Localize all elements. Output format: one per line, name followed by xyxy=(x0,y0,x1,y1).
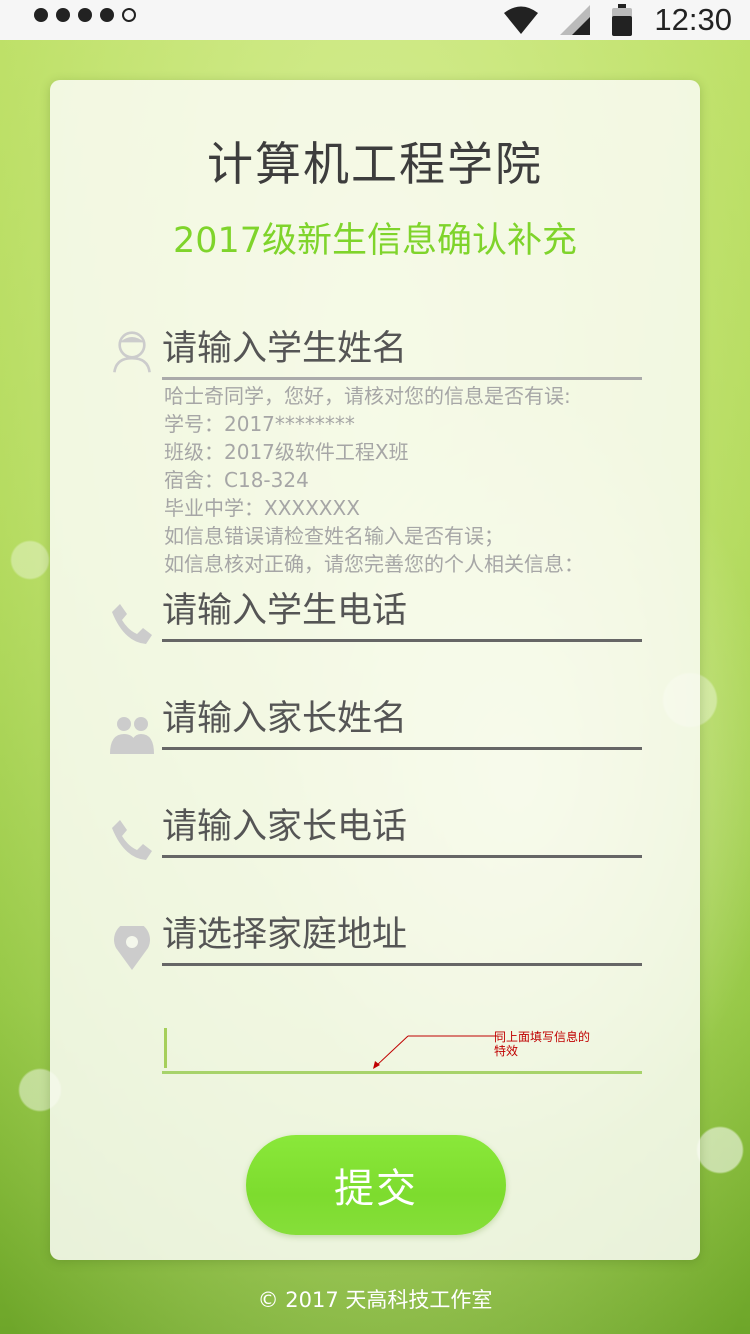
location-pin-icon xyxy=(114,926,150,970)
clock: 12:30 xyxy=(654,2,732,37)
form-card: 计算机工程学院 2017级新生信息确认补充 请输入学生姓名 哈士奇同学，您好，请… xyxy=(50,80,700,1260)
annotation-arrow xyxy=(373,1035,498,1069)
page-title: 计算机工程学院 xyxy=(207,137,543,191)
status-bar: 12:30 xyxy=(0,0,750,40)
phone-icon xyxy=(112,604,152,644)
footer-copyright: © 2017 天高科技工作室 xyxy=(257,1288,493,1312)
cell-signal-icon xyxy=(560,5,591,35)
parent-name-input[interactable]: 请输入家长姓名 xyxy=(162,694,642,750)
student-name-placeholder: 请输入学生姓名 xyxy=(162,329,408,369)
info-line: 宿舍：C18-324 xyxy=(164,468,309,492)
annotation-note: 同上面填写信息的特效 xyxy=(494,1030,591,1058)
parent-phone-placeholder: 请输入家长电话 xyxy=(162,807,408,847)
student-info-block: 哈士奇同学，您好，请核对您的信息是否有误: 学号：2017******** 班级… xyxy=(164,382,644,578)
signal-dot xyxy=(56,8,70,22)
address-placeholder: 请选择家庭地址 xyxy=(162,915,408,955)
signal-dot xyxy=(100,8,114,22)
phone-icon xyxy=(112,820,152,860)
text-cursor xyxy=(164,1028,167,1068)
student-phone-placeholder: 请输入学生电话 xyxy=(162,591,408,631)
info-line: 哈士奇同学，您好，请核对您的信息是否有误: xyxy=(164,384,571,408)
parents-icon xyxy=(110,717,154,754)
signal-dots xyxy=(34,8,136,22)
info-line: 如信息错误请检查姓名输入是否有误； xyxy=(164,524,504,548)
signal-dot xyxy=(34,8,48,22)
page-subtitle: 2017级新生信息确认补充 xyxy=(172,221,578,261)
info-line: 如信息核对正确，请您完善您的个人相关信息： xyxy=(164,552,584,576)
info-line: 毕业中学：XXXXXXX xyxy=(164,496,360,520)
submit-button[interactable]: 提交 xyxy=(246,1135,506,1235)
wifi-icon xyxy=(504,6,539,34)
address-select[interactable]: 请选择家庭地址 xyxy=(162,910,642,966)
signal-dot xyxy=(78,8,92,22)
student-phone-input[interactable]: 请输入学生电话 xyxy=(162,586,642,642)
info-line: 班级：2017级软件工程X班 xyxy=(164,440,409,464)
parent-phone-input[interactable]: 请输入家长电话 xyxy=(162,802,642,858)
parent-name-placeholder: 请输入家长姓名 xyxy=(162,699,408,739)
student-name-input[interactable]: 请输入学生姓名 xyxy=(162,324,642,380)
person-icon xyxy=(113,331,151,373)
battery-icon xyxy=(612,4,633,36)
signal-dot-empty xyxy=(122,8,136,22)
info-line: 学号：2017******** xyxy=(164,412,355,436)
